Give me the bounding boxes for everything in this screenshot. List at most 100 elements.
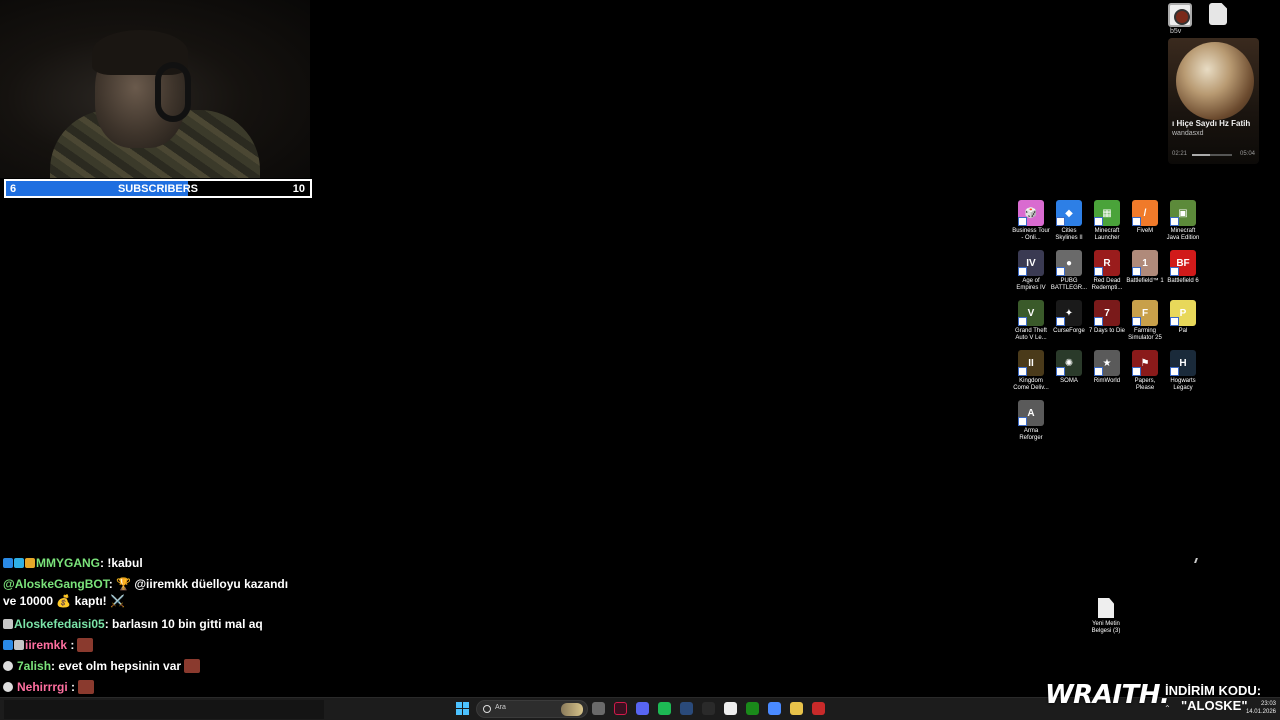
desktop-shortcut[interactable]: IV Age of Empires IV: [1012, 250, 1050, 292]
chat-message: Aloskefedaisi05: barlasın 10 bin gitti m…: [3, 616, 303, 633]
desktop-shortcut[interactable]: F Farming Simulator 25: [1126, 300, 1164, 342]
desktop-shortcut[interactable]: ⚑ Papers, Please: [1126, 350, 1164, 392]
music-corner-user: b5v: [1170, 28, 1182, 35]
seven-days-icon: 7: [1094, 300, 1120, 326]
chat-badge-icon: [14, 558, 24, 568]
sponsor-overlay: WRAITH. İNDİRİM KODU: "ALOSKE": [1045, 680, 1275, 716]
chat-username[interactable]: iiremkk: [25, 638, 67, 652]
chat-emote-icon: [77, 638, 94, 652]
desktop-shortcut-label: PUBG BATTLEGR...: [1050, 278, 1088, 291]
chat-username[interactable]: 7alish: [17, 659, 51, 673]
desktop-shortcut-label: Age of Empires IV: [1016, 278, 1046, 291]
desktop-shortcut-label: Papers, Please: [1134, 378, 1156, 391]
desktop-shortcut[interactable]: / FiveM: [1126, 200, 1164, 235]
xbox-icon[interactable]: [746, 702, 759, 715]
subscriber-label: SUBSCRIBERS: [117, 183, 199, 195]
chat-badge-icon: [14, 640, 24, 650]
opera-gx-icon[interactable]: [614, 702, 627, 715]
desktop-shortcut[interactable]: R Red Dead Redempti...: [1088, 250, 1126, 292]
desktop-shortcut[interactable]: 1 Battlefield™ 1: [1126, 250, 1164, 285]
chat-message: iiremkk :: [3, 637, 303, 654]
chat-badge-icon: [3, 619, 13, 629]
obs-icon[interactable]: [812, 702, 825, 715]
chat-text: : barlasın 10 bin gitti mal aq: [104, 617, 263, 631]
desktop-shortcut-label: CurseForge: [1053, 328, 1085, 334]
desktop-shortcut-label: Business Tour - Onli...: [1012, 228, 1050, 241]
search-placeholder: Ara: [495, 704, 506, 711]
desktop-shortcut-label: Arma Reforger: [1019, 428, 1043, 441]
spotify-icon[interactable]: [658, 702, 671, 715]
desktop-shortcut-label: Farming Simulator 25: [1128, 328, 1162, 341]
copilot-icon[interactable]: [768, 702, 781, 715]
desktop-shortcut-label: Hogwarts Legacy: [1170, 378, 1196, 391]
discount-label: İNDİRİM KODU:: [1165, 683, 1262, 698]
subscriber-goal: 10: [292, 183, 305, 195]
song-artist: wandasxd: [1172, 130, 1204, 137]
desktop-shortcut[interactable]: 🎲 Business Tour - Onli...: [1012, 200, 1050, 242]
desktop-shortcut-label: Grand Theft Auto V Le...: [1015, 328, 1047, 341]
chat-username[interactable]: @AloskeGangBOT: [3, 577, 109, 591]
file-explorer-icon[interactable]: [790, 702, 803, 715]
capcut-icon[interactable]: [724, 702, 737, 715]
now-playing-widget: ı Hiçe Saydı Hz Fatih wandasxd 02:21 05:…: [1168, 38, 1259, 164]
desktop-shortcut[interactable]: ✺ SOMA: [1050, 350, 1088, 385]
document-icon[interactable]: [1209, 3, 1227, 25]
chat-badge-icon: [3, 640, 13, 650]
desktop-shortcut[interactable]: V Grand Theft Auto V Le...: [1012, 300, 1050, 342]
chat-username[interactable]: MMYGANG: [36, 556, 100, 570]
headphones: [155, 62, 191, 122]
profile-avatar-icon[interactable]: [1168, 3, 1192, 27]
rimworld-icon: ★: [1094, 350, 1120, 376]
chat-message: 7alish: evet olm hepsinin var: [3, 658, 303, 675]
chat-badge-icon: [25, 558, 35, 568]
desktop-shortcut-label: Cities Skylines II: [1055, 228, 1083, 241]
taskbar-widget-area[interactable]: [4, 700, 324, 719]
desktop-shortcut[interactable]: II Kingdom Come Deliv...: [1012, 350, 1050, 392]
desktop-file-new-text-document[interactable]: Yeni Metin Belgesi (3): [1088, 598, 1124, 635]
gta-v-icon: V: [1018, 300, 1044, 326]
desktop-shortcut-label: SOMA: [1060, 378, 1078, 384]
curseforge-icon: ✦: [1056, 300, 1082, 326]
chat-message: Nehirrrgi :: [3, 679, 303, 696]
battlefield-6-icon: BF: [1170, 250, 1196, 276]
song-title: ı Hiçe Saydı Hz Fatih: [1172, 119, 1251, 128]
desktop-shortcut[interactable]: ◆ Cities Skylines II: [1050, 200, 1088, 242]
hogwarts-icon: H: [1170, 350, 1196, 376]
file-label: Yeni Metin Belgesi (3): [1091, 621, 1121, 634]
chat-text: :: [67, 680, 76, 694]
chat-message: MMYGANG: !kabul: [3, 555, 303, 572]
desktop-shortcut[interactable]: ● PUBG BATTLEGR...: [1050, 250, 1088, 292]
desktop-shortcut[interactable]: ★ RimWorld: [1088, 350, 1126, 385]
desktop-shortcut[interactable]: ▦ Minecraft Launcher: [1088, 200, 1126, 242]
desktop-shortcut[interactable]: P Pal: [1164, 300, 1202, 335]
chat-username[interactable]: Aloskefedaisi05: [14, 617, 105, 631]
sponsor-brand: WRAITH.: [1045, 680, 1170, 710]
chat-text: :: [67, 638, 75, 652]
epic-games-icon[interactable]: [702, 702, 715, 715]
windows-start-icon[interactable]: [456, 702, 470, 716]
text-file-icon: [1098, 598, 1114, 618]
discord-icon[interactable]: [636, 702, 649, 715]
desktop-shortcut[interactable]: A Arma Reforger: [1012, 400, 1050, 442]
desktop-shortcut-label: Pal: [1178, 328, 1188, 334]
desktop-shortcut[interactable]: BF Battlefield 6: [1164, 250, 1202, 285]
search-icon: [483, 705, 491, 713]
desktop-shortcut-label: 7 Days to Die: [1088, 328, 1125, 334]
kingdom-come-icon: II: [1018, 350, 1044, 376]
chat-username[interactable]: Nehirrrgi: [17, 680, 68, 694]
desktop-shortcut-label: Battlefield™ 1: [1126, 278, 1164, 284]
desktop-shortcut[interactable]: H Hogwarts Legacy: [1164, 350, 1202, 392]
papers-please-icon: ⚑: [1132, 350, 1158, 376]
task-view-icon[interactable]: [592, 702, 605, 715]
discount-code: "ALOSKE": [1181, 698, 1248, 713]
desktop-shortcut[interactable]: ▣ Minecraft Java Edition: [1164, 200, 1202, 242]
desktop-shortcut-label: RimWorld: [1093, 378, 1121, 384]
taskbar-search-box[interactable]: Ara: [476, 700, 588, 718]
total-time: 05:04: [1239, 151, 1255, 157]
desktop-shortcut[interactable]: ✦ CurseForge: [1050, 300, 1088, 335]
farming-simulator-icon: F: [1132, 300, 1158, 326]
pal-icon: P: [1170, 300, 1196, 326]
desktop-shortcut[interactable]: 7 7 Days to Die: [1088, 300, 1126, 335]
steam-icon[interactable]: [680, 702, 693, 715]
age-of-empires-icon: IV: [1018, 250, 1044, 276]
